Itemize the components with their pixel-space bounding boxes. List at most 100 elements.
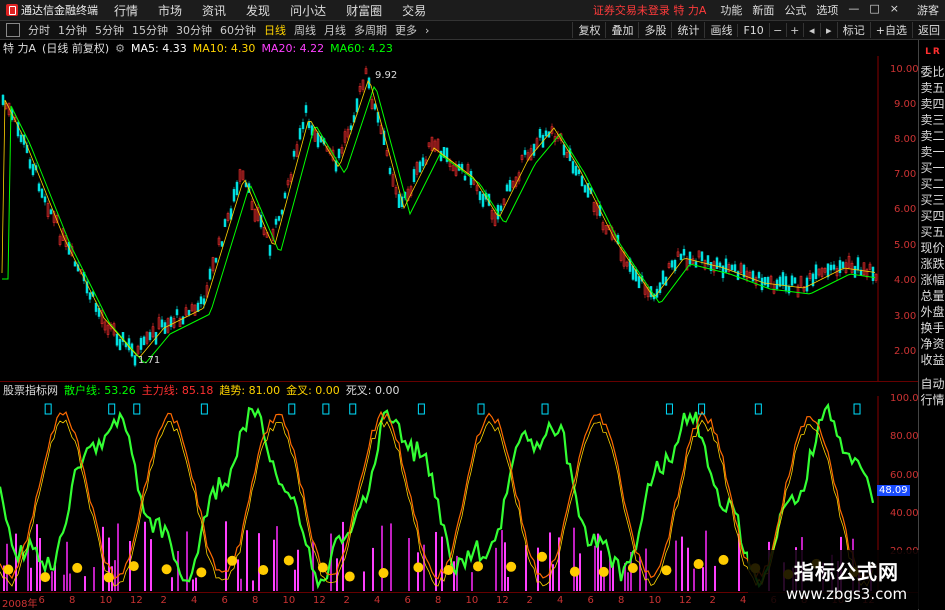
adjust-button[interactable]: 复权 <box>572 22 605 38</box>
menu-item-wealth[interactable]: 财富圈 <box>336 2 392 19</box>
close-icon[interactable]: × <box>890 2 899 18</box>
indicator-bar <box>117 523 119 591</box>
indicator-bar <box>693 568 695 591</box>
side-panel-item[interactable]: 买二 <box>919 176 945 192</box>
multi-stock-button[interactable]: 多股 <box>638 22 671 38</box>
side-panel-item[interactable]: 涨跌 <box>919 256 945 272</box>
formula-button[interactable]: 公式 <box>784 2 806 18</box>
indicator-bar <box>594 545 596 591</box>
zoom-out-icon[interactable]: − <box>768 23 786 37</box>
add-watchlist-button[interactable]: +自选 <box>869 22 912 38</box>
period-tab-60min[interactable]: 60分钟 <box>216 22 260 38</box>
side-panel-item[interactable]: 行情 <box>919 392 945 408</box>
f10-button[interactable]: F10 <box>737 23 768 37</box>
side-panel-item[interactable]: 卖五 <box>919 80 945 96</box>
indicator-bar <box>114 560 116 591</box>
date-tick: 6 <box>221 595 228 606</box>
level-indicator-l: L <box>925 47 931 57</box>
period-tab-5min[interactable]: 5分钟 <box>91 22 128 38</box>
side-panel-item[interactable]: 买四 <box>919 208 945 224</box>
period-tab-1min[interactable]: 1分钟 <box>54 22 91 38</box>
indicator-bar <box>93 567 95 591</box>
indicator-bar <box>705 530 707 591</box>
menu-item-news[interactable]: 资讯 <box>192 2 236 19</box>
indicator-bar <box>714 565 716 591</box>
overlay-button[interactable]: 叠加 <box>605 22 638 38</box>
period-toolbar: 分时 1分钟 5分钟 15分钟 30分钟 60分钟 日线 周线 月线 多周期 更… <box>0 21 945 40</box>
side-panel-item[interactable]: 自动 <box>919 376 945 392</box>
maximize-icon[interactable]: □ <box>869 2 879 18</box>
candle-body <box>871 266 875 281</box>
toolbar-box-icon[interactable] <box>6 23 20 37</box>
date-tick: 8 <box>69 595 76 606</box>
indicator-bar <box>246 530 248 591</box>
side-panel-item[interactable]: 卖二 <box>919 128 945 144</box>
date-tick: 4 <box>374 595 381 606</box>
side-panel-item[interactable]: 买三 <box>919 192 945 208</box>
period-tab-30min[interactable]: 30分钟 <box>172 22 216 38</box>
candle-body <box>94 302 98 312</box>
price-tick: 5.00 <box>894 240 917 251</box>
chart-background <box>0 56 878 381</box>
candle-body <box>718 262 722 268</box>
side-panel-item[interactable]: 现价 <box>919 240 945 256</box>
period-tab-15min[interactable]: 15分钟 <box>128 22 172 38</box>
menu-item-ask[interactable]: 问小达 <box>280 2 336 19</box>
settings-icon[interactable]: ⚙ <box>115 42 125 55</box>
side-panel-item[interactable]: 卖四 <box>919 96 945 112</box>
side-panel-item[interactable]: 委比 <box>919 64 945 80</box>
mark-button[interactable]: 标记 <box>836 22 870 38</box>
side-panel-item[interactable]: 买一 <box>919 160 945 176</box>
scroll-left-icon[interactable]: ◂ <box>802 23 820 37</box>
candle-body <box>1 94 5 105</box>
candle-body <box>268 245 272 256</box>
side-panel-item[interactable]: 外盘 <box>919 304 945 320</box>
signal-dot <box>661 565 672 576</box>
signal-dot <box>196 567 207 578</box>
draw-button[interactable]: 画线 <box>704 22 737 38</box>
side-panel-item[interactable]: 卖三 <box>919 112 945 128</box>
stats-button[interactable]: 统计 <box>671 22 704 38</box>
stock-title[interactable]: 特 力A <box>3 40 36 56</box>
period-tab-monthly[interactable]: 月线 <box>320 22 350 38</box>
side-panel-item[interactable]: 买五 <box>919 224 945 240</box>
candle-body <box>274 218 278 225</box>
side-panel-item[interactable]: 换手 <box>919 320 945 336</box>
back-button[interactable]: 返回 <box>912 22 945 38</box>
candle-body <box>148 332 152 341</box>
indicator-bar <box>276 526 278 591</box>
date-tick: 8 <box>618 595 625 606</box>
side-panel-item[interactable]: 涨幅 <box>919 272 945 288</box>
login-notice[interactable]: 证券交易未登录 特 力A <box>593 2 721 18</box>
candle-body <box>805 277 809 292</box>
candlestick-chart[interactable] <box>0 56 918 381</box>
signal-dot <box>473 561 484 572</box>
side-panel-item[interactable]: 总量 <box>919 288 945 304</box>
period-tab-multi[interactable]: 多周期 <box>350 22 391 38</box>
guest-label[interactable]: 游客 <box>917 2 939 18</box>
indicator-bar <box>297 549 299 591</box>
side-panel-item[interactable]: 净资 <box>919 336 945 352</box>
candle-body <box>175 309 179 316</box>
candle-body <box>214 257 218 263</box>
signal-dot <box>693 559 704 570</box>
menu-item-market[interactable]: 市场 <box>148 2 192 19</box>
scroll-right-icon[interactable]: ▸ <box>819 23 837 37</box>
date-tick: 12 <box>313 595 326 606</box>
side-panel-item[interactable]: 收益 <box>919 352 945 368</box>
menu-item-quotes[interactable]: 行情 <box>104 2 148 19</box>
period-tab-daily[interactable]: 日线 <box>260 22 290 38</box>
minimize-icon[interactable]: — <box>848 2 859 18</box>
zoom-in-icon[interactable]: + <box>785 23 803 37</box>
function-button[interactable]: 功能 <box>720 2 742 18</box>
menu-item-trade[interactable]: 交易 <box>392 2 436 19</box>
side-panel-item[interactable]: 卖一 <box>919 144 945 160</box>
period-tab-weekly[interactable]: 周线 <box>290 22 320 38</box>
options-button[interactable]: 选项 <box>816 2 838 18</box>
more-chevron-icon[interactable]: › <box>421 24 433 37</box>
menu-item-discover[interactable]: 发现 <box>236 2 280 19</box>
candle-body <box>694 261 698 268</box>
new-page-button[interactable]: 新面 <box>752 2 774 18</box>
period-tab-more[interactable]: 更多 <box>391 22 421 38</box>
period-tab-timeshare[interactable]: 分时 <box>24 22 54 38</box>
